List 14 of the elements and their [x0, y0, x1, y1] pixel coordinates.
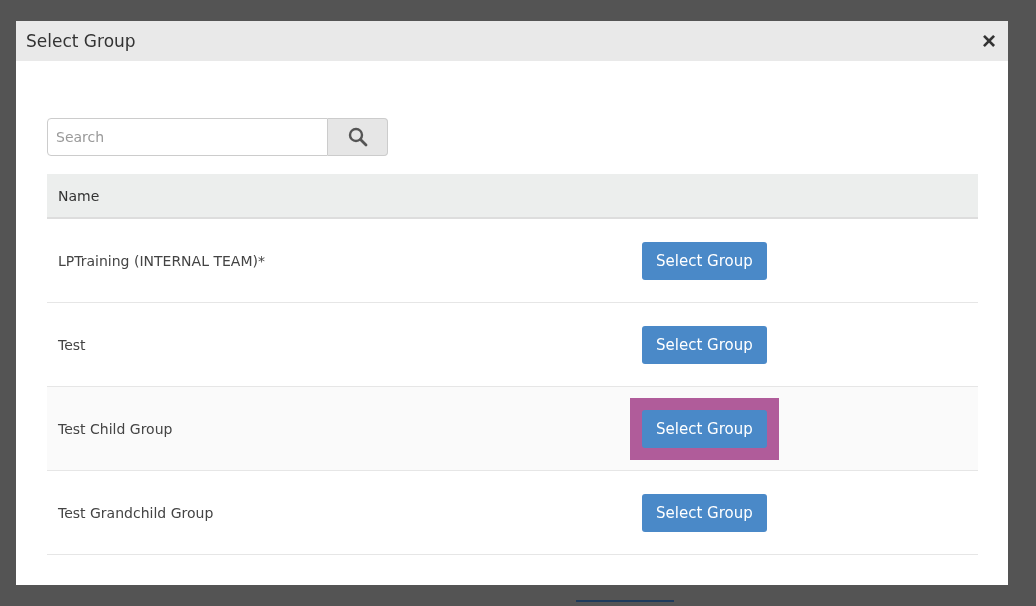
- column-header: Name: [58, 187, 100, 204]
- search-field[interactable]: Search: [47, 118, 328, 156]
- select-group-button[interactable]: Select Group: [642, 409, 767, 448]
- close-button[interactable]: ×: [978, 29, 1000, 53]
- group-name: LPTraining (INTERNAL TEAM)*: [58, 252, 266, 269]
- select-group-button[interactable]: Select Group: [642, 241, 767, 280]
- dialog-title: Select Group: [26, 31, 136, 51]
- group-name: Test Child Group: [58, 420, 174, 437]
- search-button[interactable]: [328, 118, 388, 156]
- group-name: Test Grandchild Group: [58, 504, 215, 521]
- group-name: Test: [58, 336, 87, 353]
- search-icon: [347, 127, 368, 147]
- select-group-button[interactable]: Select Group: [642, 325, 767, 364]
- select-group-button[interactable]: Select Group: [642, 493, 767, 532]
